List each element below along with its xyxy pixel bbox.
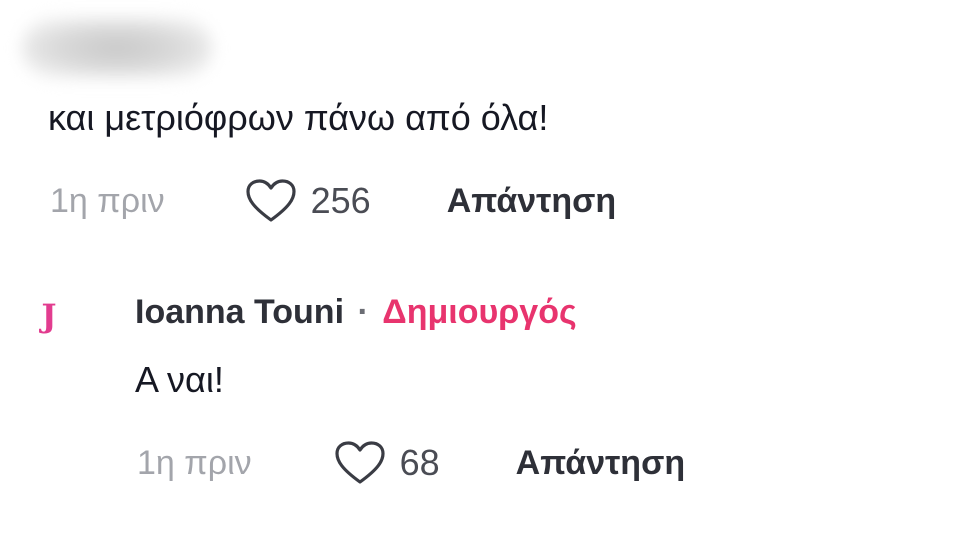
like-count: 256	[310, 180, 371, 221]
reply-button[interactable]: Απάντηση	[516, 444, 685, 483]
like-button[interactable]: 256	[245, 178, 371, 224]
comment-actions: 1η πριν 256 Απάντηση	[50, 176, 616, 226]
comment-timestamp: 1η πριν	[50, 181, 165, 220]
comment-text: και μετριόφρων πάνω από όλα!	[48, 97, 549, 138]
creator-badge: Δημιουργός	[382, 293, 577, 331]
blurred-username	[22, 18, 212, 78]
avatar[interactable]: J	[34, 296, 64, 336]
like-button[interactable]: 68	[334, 440, 440, 486]
author-line: Ioanna Touni · Δημιουργός	[135, 290, 577, 334]
like-count: 68	[399, 442, 440, 483]
comment-actions: 1η πριν 68 Απάντηση	[137, 438, 685, 488]
separator-dot: ·	[357, 293, 369, 331]
comment-timestamp: 1η πριν	[137, 443, 252, 482]
reply-button[interactable]: Απάντηση	[447, 182, 616, 221]
author-name[interactable]: Ioanna Touni	[135, 293, 344, 331]
comment-text: Α ναι!	[135, 359, 224, 400]
heart-outline-icon	[334, 440, 386, 486]
heart-outline-icon	[245, 178, 297, 224]
